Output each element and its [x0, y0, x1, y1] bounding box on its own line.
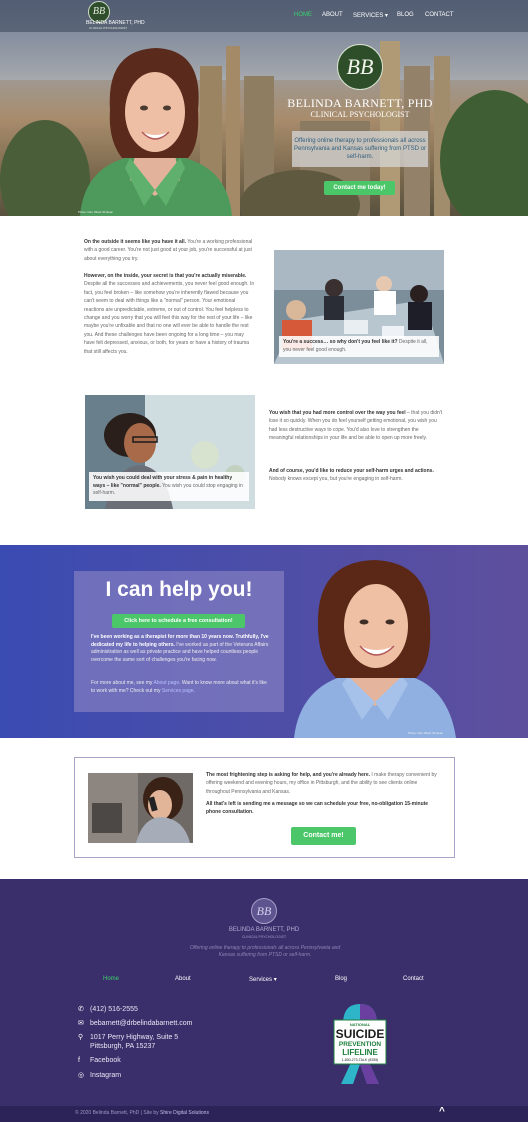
hero-name: BELINDA BARNETT, PHD	[287, 96, 433, 110]
copyright-text: © 2020 Belinda Barnett, PhD | Site by Sh…	[75, 1110, 209, 1116]
intro-paragraph-3: You wish that you had more control over …	[269, 409, 443, 443]
footer-brand-subtitle: CLINICAL PSYCHOLOGIST	[241, 935, 287, 939]
nav-item-home[interactable]: HOME	[294, 12, 312, 18]
intro-paragraph-4: And of course, you'd like to reduce your…	[269, 467, 443, 484]
lifeline-phone: 1-800-273-TALK (8255)	[342, 1058, 379, 1062]
phone-icon: ✆	[78, 1006, 84, 1013]
intro-p2-bold: However, on the inside, your secret is t…	[84, 273, 247, 279]
hero-tagline: Offering online therapy to professionals…	[292, 131, 428, 167]
office-caption-bold: You're a success… so why don't you feel …	[283, 339, 398, 345]
help-paragraph-1: I've been working as a therapist for mor…	[91, 634, 271, 664]
nav-item-about[interactable]: ABOUT	[322, 12, 343, 18]
contact-p2-bold: All that's left is sending me a message …	[206, 801, 429, 816]
help-p2-text-a: For more about me, see my	[91, 680, 154, 686]
instagram-icon: ◎	[78, 1072, 85, 1079]
contact-p1-bold: The most frightening step is asking for …	[206, 772, 371, 778]
help-heading: I can help you!	[105, 578, 253, 601]
footer-address[interactable]: ⚲ 1017 Perry Highway, Suite 5	[78, 1033, 178, 1041]
footer-instagram-text: Instagram	[90, 1072, 122, 1079]
facebook-icon: f	[78, 1057, 80, 1064]
nav-item-services[interactable]: SERVICES ▾	[353, 12, 388, 19]
intro-p4-bold: And of course, you'd like to reduce your…	[269, 468, 434, 474]
chevron-down-icon: ▾	[273, 977, 277, 983]
contact-paragraph-1: The most frightening step is asking for …	[206, 771, 442, 796]
schedule-consultation-button[interactable]: Click here to schedule a free consultati…	[112, 614, 245, 628]
hero-tree	[440, 90, 528, 216]
footer-nav-services-label: Services	[249, 977, 273, 983]
footer-address-line1: 1017 Perry Highway, Suite 5	[90, 1034, 179, 1041]
help-paragraph-2: For more about me, see my About page. Wa…	[91, 680, 271, 695]
lifeline-prevention: PREVENTION	[339, 1041, 382, 1048]
footer-email-text: bebarnett@drbelindabarnett.com	[90, 1020, 193, 1027]
contact-paragraph-2: All that's left is sending me a message …	[206, 800, 442, 817]
footer-instagram[interactable]: ◎ Instagram	[78, 1071, 121, 1079]
window-photo-caption: You wish you could deal with your stress…	[89, 472, 249, 501]
nav-item-contact[interactable]: CONTACT	[425, 12, 454, 18]
map-marker-icon: ⚲	[78, 1034, 84, 1041]
footer-nav-home[interactable]: Home	[103, 976, 119, 982]
hero-title: CLINICAL PSYCHOLOGIST	[310, 110, 410, 119]
office-photo-caption: You're a success… so why don't you feel …	[279, 336, 439, 358]
footer-nav-about[interactable]: About	[175, 976, 191, 982]
services-page-link[interactable]: Services page	[162, 688, 194, 694]
about-page-link[interactable]: About page	[154, 680, 180, 686]
footer-phone-text: (412) 516-2555	[90, 1006, 138, 1013]
footer-facebook-text: Facebook	[90, 1057, 121, 1064]
intro-paragraph-1: On the outside it seems like you have it…	[84, 238, 256, 263]
footer-nav-contact[interactable]: Contact	[403, 976, 424, 982]
copyright-main: © 2020 Belinda Barnett, PhD | Site by	[75, 1110, 161, 1116]
back-to-top-icon[interactable]: ^	[439, 1106, 445, 1117]
footer-tagline: Offering online therapy to professionals…	[189, 945, 341, 958]
footer-nav-services[interactable]: Services ▾	[249, 976, 277, 983]
intro-p4-text: Nobody knows except you, but you're enga…	[269, 476, 403, 483]
site-credit-link[interactable]: Shire Digital Solutions	[160, 1110, 209, 1116]
footer-email[interactable]: ✉ bebarnett@drbelindabarnett.com	[78, 1019, 192, 1027]
footer-facebook[interactable]: f Facebook	[78, 1057, 121, 1064]
envelope-icon: ✉	[78, 1020, 84, 1027]
footer-brand-name: BELINDA BARNETT, PHD	[228, 927, 300, 933]
intro-paragraph-2: However, on the inside, your secret is t…	[84, 272, 256, 356]
phone-woman-illustration	[88, 773, 193, 843]
footer-logo[interactable]: BB	[251, 898, 277, 924]
site-brand-subtitle: CLINICAL PSYCHOLOGIST	[89, 26, 127, 30]
phone-woman-photo	[88, 773, 193, 843]
lifeline-lifeline: LIFELINE	[342, 1048, 378, 1057]
nav-item-services-label: SERVICES	[353, 13, 384, 19]
hero-logo-badge: BB	[337, 44, 383, 90]
lifeline-suicide: SUICIDE	[336, 1027, 385, 1041]
footer-address-line2: Pittsburgh, PA 15237	[90, 1043, 156, 1050]
footer-nav-blog[interactable]: Blog	[335, 976, 347, 982]
top-navigation: BB BELINDA BARNETT, PHD CLINICAL PSYCHOL…	[0, 0, 528, 32]
contact-me-button[interactable]: Contact me!	[291, 827, 356, 845]
suicide-prevention-lifeline-logo[interactable]: NATIONAL SUICIDE PREVENTION LIFELINE 1-8…	[331, 998, 389, 1088]
hero-photo-credit: Photo: Dan Wiest Shulean	[78, 210, 114, 214]
hero-therapist-photo	[80, 48, 232, 216]
intro-p3-bold: You wish that you had more control over …	[269, 410, 406, 416]
help-photo-credit: Photo: Dan Wiest Shulean	[408, 731, 444, 735]
footer-phone[interactable]: ✆ (412) 516-2555	[78, 1005, 138, 1013]
intro-p2-text: Despite all the successes and achievemen…	[84, 281, 255, 355]
hero-contact-button[interactable]: Contact me today!	[324, 181, 395, 195]
help-therapist-photo	[294, 560, 456, 738]
help-p2-text-c: .	[193, 687, 195, 694]
chevron-down-icon: ▾	[384, 13, 388, 19]
intro-p1-bold: On the outside it seems like you have it…	[84, 239, 186, 245]
nav-item-blog[interactable]: BLOG	[397, 12, 414, 18]
